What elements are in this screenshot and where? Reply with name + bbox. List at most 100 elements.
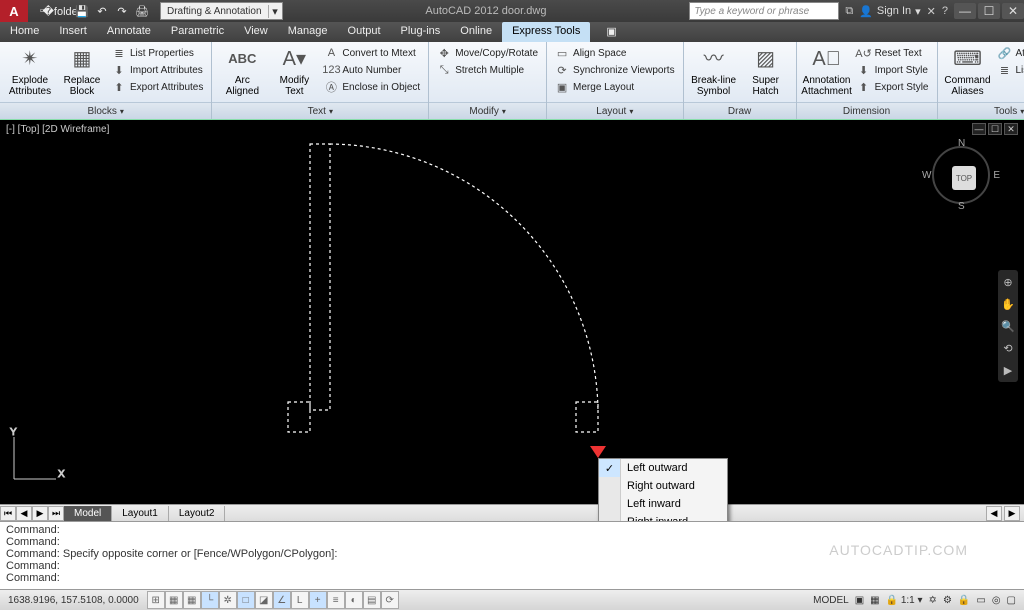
chevron-down-icon[interactable]: ▾ xyxy=(1020,107,1024,116)
ducs-icon[interactable]: L xyxy=(291,591,309,609)
dyn-input-icon[interactable]: + xyxy=(309,591,327,609)
export-style-button[interactable]: ⬆Export Style xyxy=(855,79,931,95)
export-attributes-button[interactable]: ⬆Export Attributes xyxy=(110,79,205,95)
maximize-button[interactable]: ☐ xyxy=(978,3,1000,19)
hscroll-left-icon[interactable]: ◀ xyxy=(986,506,1002,521)
clean-screen-icon[interactable]: ▢ xyxy=(1007,595,1016,606)
3dosnap-icon[interactable]: ◪ xyxy=(255,591,273,609)
app-logo[interactable]: A xyxy=(0,0,28,22)
viewcube-top[interactable]: TOP xyxy=(952,166,976,190)
print-icon[interactable]: 🖨 xyxy=(134,3,150,19)
tab-layout1[interactable]: Layout1 xyxy=(112,506,169,521)
chevron-down-icon[interactable]: ▾ xyxy=(268,5,282,18)
annotation-visibility-icon[interactable]: ✡ xyxy=(929,595,937,606)
hardware-accel-icon[interactable]: ▭ xyxy=(976,595,985,606)
viewcube-s[interactable]: S xyxy=(958,201,965,212)
transparency-icon[interactable]: ◐ xyxy=(345,591,363,609)
tab-online[interactable]: Online xyxy=(450,22,502,42)
reset-text-button[interactable]: A↺Reset Text xyxy=(855,45,931,61)
quick-props-icon[interactable]: ▤ xyxy=(363,591,381,609)
command-aliases-button[interactable]: ⌨CommandAliases xyxy=(944,45,992,97)
osnap-icon[interactable]: □ xyxy=(237,591,255,609)
ctx-item-left-outward[interactable]: ✓Left outward xyxy=(599,459,727,477)
tab-prev-icon[interactable]: ◀ xyxy=(16,506,32,521)
tab-layout2[interactable]: Layout2 xyxy=(169,506,226,521)
coordinate-readout[interactable]: 1638.9196, 157.5108, 0.0000 xyxy=(0,595,147,606)
drawing-viewport[interactable]: [-] [Top] [2D Wireframe] — ☐ ✕ ✓Left out… xyxy=(0,120,1024,504)
ortho-icon[interactable]: └ xyxy=(201,591,219,609)
quick-view-icon[interactable]: ▦ xyxy=(870,595,879,606)
infocenter-icon[interactable]: ⧉ xyxy=(845,5,853,18)
tab-first-icon[interactable]: ⏮ xyxy=(0,506,16,521)
merge-layout-button[interactable]: ▣Merge Layout xyxy=(553,79,677,95)
enclose-object-button[interactable]: ⒶEnclose in Object xyxy=(322,79,422,95)
workspace-switch-icon[interactable]: ⚙ xyxy=(943,595,952,606)
dynamic-grip-arrow[interactable] xyxy=(590,446,606,458)
toolbar-lock-icon[interactable]: 🔒 xyxy=(958,595,970,606)
minimize-button[interactable]: — xyxy=(954,3,976,19)
orbit-icon[interactable]: ⟲ xyxy=(1000,340,1016,356)
showmotion-icon[interactable]: ▶ xyxy=(1000,362,1016,378)
stretch-multiple-button[interactable]: ⤡Stretch Multiple xyxy=(435,62,540,78)
move-copy-rotate-button[interactable]: ✥Move/Copy/Rotate xyxy=(435,45,540,61)
ctx-item-left-inward[interactable]: Left inward xyxy=(599,495,727,513)
zoom-icon[interactable]: 🔍 xyxy=(1000,318,1016,334)
annotation-attachment-button[interactable]: A⃤AnnotationAttachment xyxy=(803,45,851,97)
command-window[interactable]: AUTOCADTIP.COM Command: Command: Command… xyxy=(0,521,1024,589)
search-input[interactable]: Type a keyword or phrase xyxy=(689,2,839,20)
import-style-button[interactable]: ⬇Import Style xyxy=(855,62,931,78)
layout-grid-icon[interactable]: ▣ xyxy=(855,595,864,606)
help-icon[interactable]: ? xyxy=(942,5,948,17)
chevron-down-icon[interactable]: ▾ xyxy=(502,107,506,116)
tab-parametric[interactable]: Parametric xyxy=(161,22,234,42)
viewcube-n[interactable]: N xyxy=(958,138,965,149)
modify-text-button[interactable]: A▾ModifyText xyxy=(270,45,318,97)
annotation-scale[interactable]: 🔒 1:1 ▾ xyxy=(886,595,923,606)
tab-express-tools[interactable]: Express Tools xyxy=(502,22,590,42)
tab-view[interactable]: View xyxy=(234,22,278,42)
pan-icon[interactable]: ✋ xyxy=(1000,296,1016,312)
list-xdata-button[interactable]: ≣List Xdata xyxy=(996,62,1024,78)
model-space-toggle[interactable]: MODEL xyxy=(813,595,849,606)
snap-icon[interactable]: ▦ xyxy=(165,591,183,609)
attach-xdata-button[interactable]: 🔗Attach Xdata xyxy=(996,45,1024,61)
tab-last-icon[interactable]: ⏭ xyxy=(48,506,64,521)
chevron-down-icon[interactable]: ▾ xyxy=(329,107,333,116)
tab-insert[interactable]: Insert xyxy=(49,22,97,42)
otrack-icon[interactable]: ∠ xyxy=(273,591,291,609)
replace-block-button[interactable]: ▦ReplaceBlock xyxy=(58,45,106,97)
tab-model[interactable]: Model xyxy=(64,506,112,521)
tab-home[interactable]: Home xyxy=(0,22,49,42)
align-space-button[interactable]: ▭Align Space xyxy=(553,45,677,61)
list-properties-button[interactable]: ≣List Properties xyxy=(110,45,205,61)
redo-icon[interactable]: ↷ xyxy=(114,3,130,19)
chevron-down-icon[interactable]: ▾ xyxy=(120,107,124,116)
tab-annotate[interactable]: Annotate xyxy=(97,22,161,42)
infer-constraints-icon[interactable]: ⊞ xyxy=(147,591,165,609)
viewcube-e[interactable]: E xyxy=(993,170,1000,181)
lineweight-icon[interactable]: ≡ xyxy=(327,591,345,609)
grid-icon[interactable]: ▦ xyxy=(183,591,201,609)
tab-manage[interactable]: Manage xyxy=(278,22,338,42)
sync-viewports-button[interactable]: ⟳Synchronize Viewports xyxy=(553,62,677,78)
explode-attributes-button[interactable]: ✴ExplodeAttributes xyxy=(6,45,54,97)
convert-mtext-button[interactable]: AConvert to Mtext xyxy=(322,45,422,61)
arc-aligned-button[interactable]: ABCArcAligned xyxy=(218,45,266,97)
polar-icon[interactable]: ✲ xyxy=(219,591,237,609)
sign-in-button[interactable]: 👤 Sign In ▾ xyxy=(859,5,920,18)
tab-output[interactable]: Output xyxy=(338,22,391,42)
workspace-selector[interactable]: Drafting & Annotation ▾ xyxy=(160,2,283,20)
auto-number-button[interactable]: 123Auto Number xyxy=(322,62,422,78)
steering-wheel-icon[interactable]: ⊕ xyxy=(1000,274,1016,290)
view-cube[interactable]: TOP N S E W xyxy=(926,140,996,210)
breakline-button[interactable]: 〰Break-lineSymbol xyxy=(690,45,738,97)
save-icon[interactable]: 💾 xyxy=(74,3,90,19)
super-hatch-button[interactable]: ▨SuperHatch xyxy=(742,45,790,97)
isolate-objects-icon[interactable]: ◎ xyxy=(992,595,1001,606)
tab-focus-icon[interactable]: ▣ xyxy=(596,22,616,42)
tab-plugins[interactable]: Plug-ins xyxy=(391,22,451,42)
ctx-item-right-outward[interactable]: Right outward xyxy=(599,477,727,495)
selection-cycling-icon[interactable]: ⟳ xyxy=(381,591,399,609)
chevron-down-icon[interactable]: ▾ xyxy=(629,107,633,116)
import-attributes-button[interactable]: ⬇Import Attributes xyxy=(110,62,205,78)
